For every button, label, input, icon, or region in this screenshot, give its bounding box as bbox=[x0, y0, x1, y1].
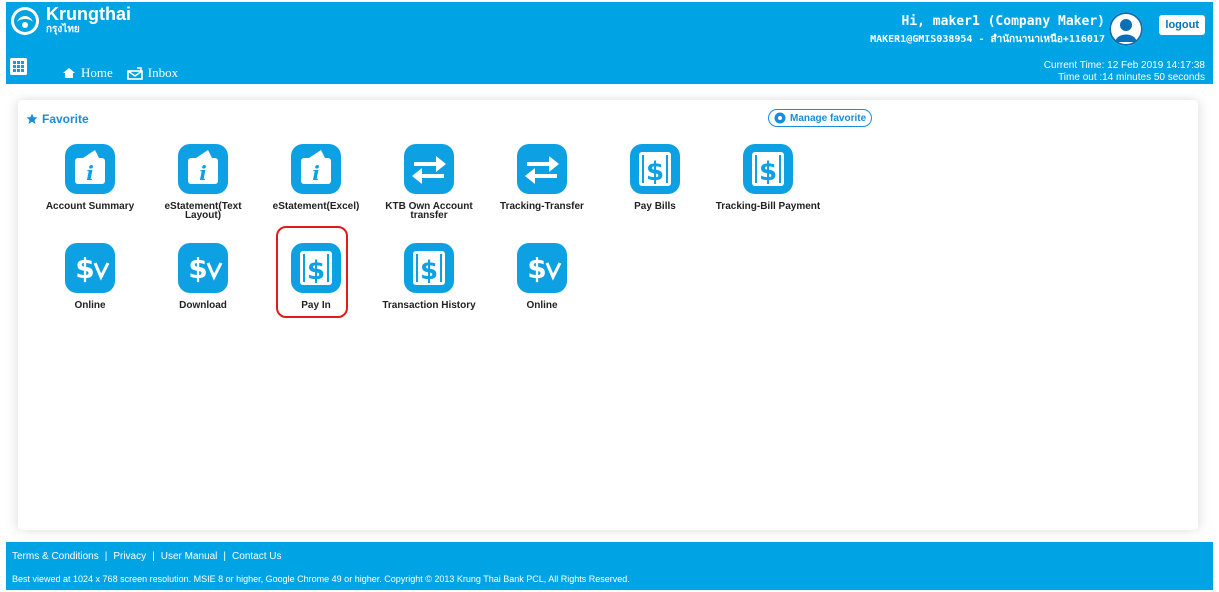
user-avatar-icon bbox=[1109, 12, 1143, 46]
svg-text:$: $ bbox=[527, 252, 546, 285]
svg-text:i: i bbox=[312, 161, 320, 185]
tile-label: Download bbox=[179, 300, 227, 311]
svg-text:$: $ bbox=[646, 157, 664, 187]
transfer-icon bbox=[404, 144, 454, 194]
footer-separator: | bbox=[104, 551, 108, 562]
star-icon bbox=[26, 113, 38, 124]
tile-account-summary[interactable]: i Account Summary bbox=[35, 144, 145, 212]
user-greeting: Hi, maker1 (Company Maker) bbox=[901, 14, 1106, 29]
tile-tracking-bill-payment[interactable]: $ Tracking-Bill Payment bbox=[713, 144, 823, 212]
svg-text:i: i bbox=[86, 161, 94, 185]
tile-estatement-text[interactable]: i eStatement(Text Layout) bbox=[148, 144, 258, 221]
info-icon: i bbox=[65, 144, 115, 194]
tile-label: Pay Bills bbox=[634, 201, 676, 212]
tile-transaction-history[interactable]: $ Transaction History bbox=[374, 243, 484, 311]
footer-separator: | bbox=[223, 551, 227, 562]
dollar-check-icon: $ bbox=[178, 243, 228, 293]
svg-text:$: $ bbox=[75, 252, 94, 285]
nav-home[interactable]: Home bbox=[62, 65, 113, 81]
inbox-icon bbox=[126, 66, 143, 80]
footer-link-privacy[interactable]: Privacy bbox=[113, 551, 146, 562]
tile-ktb-own-account-transfer[interactable]: KTB Own Account transfer bbox=[374, 144, 484, 221]
brand-name: Krungthai bbox=[46, 4, 131, 24]
page-frame: Krungthai กรุงไทย Hi, maker1 (Company Ma… bbox=[6, 2, 1213, 590]
footer-separator: | bbox=[152, 551, 155, 562]
dollar-barcode-icon: $ bbox=[404, 243, 454, 293]
pay-in-highlight-box bbox=[276, 226, 348, 318]
avatar[interactable] bbox=[1109, 12, 1143, 46]
svg-text:$: $ bbox=[759, 157, 777, 187]
info-icon: i bbox=[178, 144, 228, 194]
nav-home-label: Home bbox=[81, 65, 113, 80]
tile-tracking-transfer[interactable]: Tracking-Transfer bbox=[487, 144, 597, 212]
nav-inbox[interactable]: Inbox bbox=[126, 65, 179, 81]
footer-links: Terms & Conditions | Privacy | User Manual | C… bbox=[12, 551, 282, 562]
gear-icon bbox=[774, 112, 786, 124]
dollar-barcode-icon: $ bbox=[743, 144, 793, 194]
svg-text:$: $ bbox=[188, 252, 207, 285]
footer-link-terms[interactable]: Terms & Conditions bbox=[12, 551, 99, 562]
info-icon: i bbox=[291, 144, 341, 194]
session-time: Current Time: 12 Feb 2019 14:17:38 Time … bbox=[1044, 60, 1205, 84]
tile-pay-bills[interactable]: $ Pay Bills bbox=[600, 144, 710, 212]
manage-favorite-label: Manage favorite bbox=[790, 112, 867, 124]
top-nav: Home Inbox bbox=[62, 65, 178, 81]
tile-label: Tracking-Bill Payment bbox=[715, 201, 821, 212]
home-icon bbox=[63, 68, 75, 78]
krungthai-logo-icon[interactable] bbox=[10, 6, 40, 36]
logout-button[interactable]: logout bbox=[1159, 15, 1205, 35]
tile-estatement-excel[interactable]: i eStatement(Excel) bbox=[261, 144, 371, 212]
tile-online-2[interactable]: $ Online bbox=[487, 243, 597, 311]
svg-text:i: i bbox=[199, 161, 207, 185]
tile-download[interactable]: $ Download bbox=[148, 243, 258, 311]
user-account-info: MAKER1@GMIS038954 - สำนักนานาเหนือ+11601… bbox=[870, 34, 1105, 45]
tile-label: Tracking-Transfer bbox=[500, 201, 584, 212]
footer-link-contact[interactable]: Contact Us bbox=[232, 551, 281, 562]
copyright-text: Best viewed at 1024 x 768 screen resolut… bbox=[12, 574, 630, 584]
tile-label: Online bbox=[74, 300, 106, 311]
transfer-icon bbox=[517, 144, 567, 194]
nav-inbox-label: Inbox bbox=[147, 65, 179, 80]
dollar-check-icon: $ bbox=[65, 243, 115, 293]
svg-text:$: $ bbox=[420, 256, 438, 286]
dollar-barcode-icon: $ bbox=[630, 144, 680, 194]
dollar-check-icon: $ bbox=[517, 243, 567, 293]
tile-label: Transaction History bbox=[382, 300, 476, 311]
favorite-title: Favorite bbox=[26, 112, 89, 126]
tile-label: eStatement(Excel) bbox=[272, 201, 360, 212]
tile-label: KTB Own Account transfer bbox=[385, 201, 473, 221]
tile-online[interactable]: $ Online bbox=[35, 243, 145, 311]
app-menu-grid-icon[interactable] bbox=[10, 58, 27, 75]
tile-label: eStatement(Text Layout) bbox=[164, 201, 242, 221]
brand-thai: กรุงไทย bbox=[46, 24, 80, 35]
tile-label: Online bbox=[526, 300, 558, 311]
brand: Krungthai กรุงไทย bbox=[46, 4, 131, 36]
timeout-countdown: Time out :14 minutes 50 seconds bbox=[1058, 72, 1205, 83]
current-time: Current Time: 12 Feb 2019 14:17:38 bbox=[1043, 60, 1205, 71]
favorite-title-text: Favorite bbox=[42, 112, 89, 126]
main-content: Favorite Manage favorite i Account Summa… bbox=[6, 92, 1213, 536]
footer-bar: Terms & Conditions | Privacy | User Manual | C… bbox=[6, 542, 1213, 590]
tile-label: Account Summary bbox=[45, 201, 135, 212]
header-bar: Krungthai กรุงไทย Hi, maker1 (Company Ma… bbox=[6, 2, 1213, 84]
footer-link-user-manual[interactable]: User Manual bbox=[161, 551, 218, 562]
manage-favorite-button[interactable]: Manage favorite bbox=[768, 109, 873, 127]
